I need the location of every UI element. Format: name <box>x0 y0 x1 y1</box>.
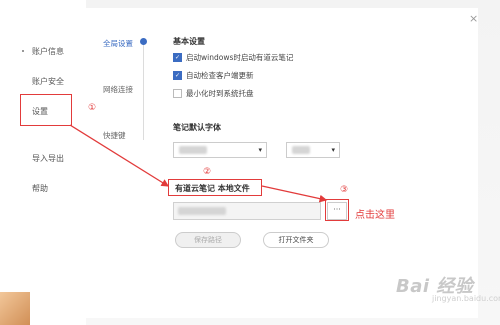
timeline-network[interactable]: 网络连接 <box>103 84 133 95</box>
basic-settings-title: 基本设置 <box>173 37 205 46</box>
sidebar-item-account-info[interactable]: 账户信息 <box>0 40 86 60</box>
timeline-active-dot <box>140 38 147 45</box>
default-font-title: 笔记默认字体 <box>173 123 221 132</box>
checkbox-label: 最小化时到系统托盘 <box>186 89 254 98</box>
blurred-value <box>179 146 207 154</box>
baidu-watermark-url: jingyan.baidu.com <box>432 294 500 303</box>
open-folder-button[interactable]: 打开文件夹 <box>263 232 329 248</box>
annotation-box-settings <box>20 94 72 126</box>
font-size-select[interactable]: ▾ <box>286 142 340 158</box>
chevron-down-icon: ▾ <box>331 146 335 154</box>
checkbox-start-with-windows[interactable]: ✓ <box>173 53 182 62</box>
blurred-value <box>178 207 226 215</box>
annotation-click-here: 点击这里 <box>355 210 395 221</box>
bullet-icon <box>22 50 24 52</box>
close-icon[interactable]: × <box>469 12 478 25</box>
sidebar-item-help[interactable]: 帮助 <box>0 177 86 197</box>
save-path-button[interactable]: 保存路径 <box>175 232 241 248</box>
file-path-input[interactable] <box>173 202 321 220</box>
annotation-box-browse <box>325 199 349 221</box>
timeline-line <box>143 40 144 140</box>
annotation-box-local-file <box>168 179 262 196</box>
checkbox-auto-update[interactable]: ✓ <box>173 71 182 80</box>
sidebar-item-label: 帮助 <box>32 184 48 193</box>
annotation-number-1: ① <box>88 103 97 113</box>
checkbox-label: 自动检查客户端更新 <box>186 71 254 80</box>
chevron-down-icon: ▾ <box>258 146 262 154</box>
checkbox-label: 启动windows时启动有道云笔记 <box>186 53 294 62</box>
sidebar-item-label: 账户安全 <box>32 77 64 86</box>
timeline-shortcuts[interactable]: 快捷键 <box>103 130 126 141</box>
sidebar-item-account-security[interactable]: 账户安全 <box>0 70 86 90</box>
blurred-value <box>292 146 310 154</box>
sidebar: 账户信息 账户安全 设置 导入导出 帮助 <box>0 0 86 325</box>
sidebar-item-label: 账户信息 <box>32 47 64 56</box>
font-family-select[interactable]: ▾ <box>173 142 267 158</box>
timeline-global-settings[interactable]: 全局设置 <box>103 38 133 49</box>
checkbox-minimize-tray[interactable] <box>173 89 182 98</box>
annotation-number-2: ② <box>203 167 212 177</box>
annotation-number-3: ③ <box>340 185 349 195</box>
sidebar-item-label: 导入导出 <box>32 154 64 163</box>
avatar <box>0 292 30 325</box>
sidebar-item-import-export[interactable]: 导入导出 <box>0 147 86 167</box>
